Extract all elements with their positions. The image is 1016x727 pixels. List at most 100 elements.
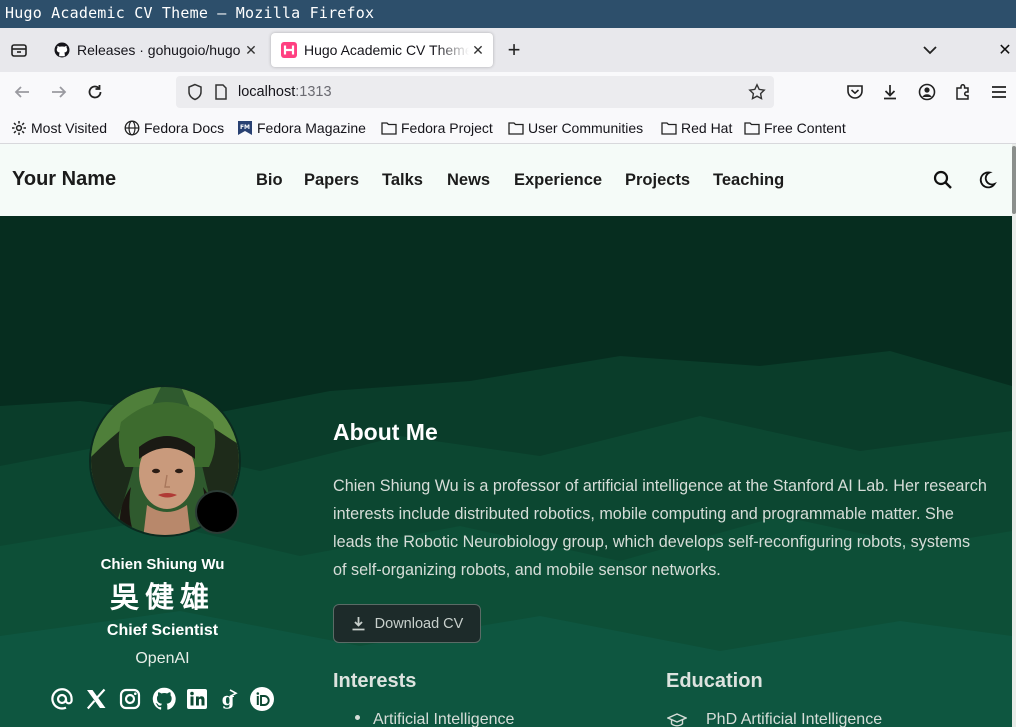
orcid-icon (250, 687, 274, 711)
x-twitter-icon (86, 688, 106, 710)
firefox-view-icon (11, 44, 27, 57)
download-icon (884, 85, 896, 100)
download-cv-button[interactable]: Download CV (333, 604, 481, 643)
education-title: Education (666, 670, 763, 692)
menu-item-projects[interactable]: Projects (625, 171, 690, 190)
bookmark-fedora-project[interactable]: Fedora Project (381, 118, 493, 138)
chevron-down-icon (923, 46, 937, 55)
google-scholar-icon: g (222, 689, 238, 710)
bookmark-red-hat[interactable]: Red Hat (661, 118, 732, 138)
bookmark-label: Free Content (764, 120, 846, 136)
theme-toggle-button[interactable] (975, 168, 999, 192)
menu-item-news[interactable]: News (447, 171, 490, 190)
profile-name-chinese: 吳健雄 (109, 582, 215, 614)
download-cv-label: Download CV (374, 615, 464, 632)
google-scholar-link[interactable]: g (215, 686, 241, 712)
list-all-tabs-button[interactable] (918, 36, 942, 64)
tab-title: Hugo Academic CV Theme (304, 42, 469, 58)
twitter-link[interactable] (83, 686, 109, 712)
bookmark-user-communities[interactable]: User Communities (508, 118, 643, 138)
github-link[interactable] (151, 686, 177, 712)
bookmark-label: User Communities (528, 120, 644, 136)
menu-button[interactable] (985, 78, 1013, 106)
shield-icon[interactable] (186, 83, 204, 101)
bookmark-label: Fedora Docs (144, 120, 225, 136)
site-navbar: Your Name Bio Papers Talks News Experien… (0, 144, 1012, 216)
reload-button[interactable] (81, 78, 109, 106)
page-scrollbar-thumb[interactable] (1012, 146, 1016, 214)
bookmark-star-icon[interactable] (748, 83, 766, 101)
bookmarks-toolbar: Most Visited Fedora Docs FM Fedora Magaz… (0, 112, 1016, 144)
search-icon (933, 170, 952, 189)
account-button[interactable] (913, 78, 941, 106)
at-email-icon (51, 688, 73, 710)
arrow-left-icon (14, 86, 29, 98)
close-tab-icon[interactable]: ✕ (469, 42, 487, 59)
bookmark-label: Fedora Project (401, 120, 493, 136)
linkedin-link[interactable] (184, 686, 210, 712)
url-port: :1313 (295, 84, 332, 100)
back-button[interactable] (8, 78, 36, 106)
window-close-button[interactable]: ✕ (995, 36, 1015, 64)
page-scrollbar[interactable] (1012, 144, 1016, 727)
navigation-toolbar: localhost:1313 (0, 72, 1016, 112)
puzzle-icon (956, 83, 969, 100)
downloads-button[interactable] (876, 78, 904, 106)
download-icon (351, 616, 367, 632)
tab-hugo-academic[interactable]: Hugo Academic CV Theme ✕ (271, 33, 493, 67)
bookmark-free-content[interactable]: Free Content (744, 118, 846, 138)
new-tab-button[interactable]: + (500, 33, 528, 67)
folder-icon (661, 120, 677, 136)
menu-item-teaching[interactable]: Teaching (713, 171, 784, 190)
page-icon[interactable] (212, 83, 230, 101)
graduation-cap-icon (666, 711, 688, 727)
interest-item: Artificial Intelligence (355, 711, 514, 727)
site-brand[interactable]: Your Name (12, 168, 116, 191)
url-host: localhost (238, 84, 296, 100)
about-text: Chien Shiung Wu is a professor of artifi… (333, 477, 987, 579)
close-icon: ✕ (998, 42, 1012, 59)
menu-item-experience[interactable]: Experience (514, 171, 602, 190)
menu-item-bio[interactable]: Bio (256, 171, 283, 190)
status-indicator (195, 490, 239, 534)
plus-icon: + (507, 37, 521, 62)
interest-label: Artificial Intelligence (373, 711, 515, 727)
svg-text:FM: FM (240, 124, 250, 131)
hugo-blox-icon (281, 42, 297, 58)
menu-item-talks[interactable]: Talks (382, 171, 423, 190)
forward-button[interactable] (45, 78, 73, 106)
hamburger-icon (992, 86, 1006, 98)
pocket-button[interactable] (841, 78, 869, 106)
email-link[interactable] (49, 686, 75, 712)
pocket-icon (847, 85, 863, 99)
profile-organization[interactable]: OpenAI (0, 650, 325, 668)
bullet-icon (355, 715, 360, 721)
about-title: About Me (333, 419, 438, 445)
extensions-button[interactable] (949, 78, 977, 106)
bookmark-fedora-docs[interactable]: Fedora Docs (124, 118, 224, 138)
reload-icon (88, 85, 102, 99)
profile-role: Chief Scientist (106, 622, 219, 639)
menu-item-papers[interactable]: Papers (304, 171, 359, 190)
interests-title: Interests (333, 670, 417, 692)
url-text[interactable]: localhost:1313 (238, 84, 332, 100)
orcid-link[interactable] (249, 686, 275, 712)
profile-name: Chien Shiung Wu (100, 556, 225, 573)
bookmark-fedora-magazine[interactable]: FM Fedora Magazine (237, 118, 366, 138)
search-button[interactable] (931, 168, 955, 192)
education-item: PhD Artificial Intelligence (666, 711, 882, 727)
linkedin-icon (187, 689, 207, 709)
bookmark-most-visited[interactable]: Most Visited (11, 118, 107, 138)
tab-strip: Releases · gohugoio/hugo ✕ Hugo Academic… (0, 28, 1016, 72)
instagram-link[interactable] (117, 686, 143, 712)
account-icon (918, 83, 936, 101)
fedora-magazine-icon: FM (237, 120, 253, 136)
education-label: PhD Artificial Intelligence (706, 711, 883, 727)
close-tab-icon[interactable]: ✕ (242, 42, 260, 59)
folder-icon (381, 120, 397, 136)
url-bar[interactable]: localhost:1313 (176, 76, 774, 108)
tab-title: Releases · gohugoio/hugo (77, 42, 241, 58)
tab-releases[interactable]: Releases · gohugoio/hugo ✕ (44, 33, 266, 67)
gear-icon (11, 120, 27, 136)
firefox-view-button[interactable] (0, 28, 38, 72)
